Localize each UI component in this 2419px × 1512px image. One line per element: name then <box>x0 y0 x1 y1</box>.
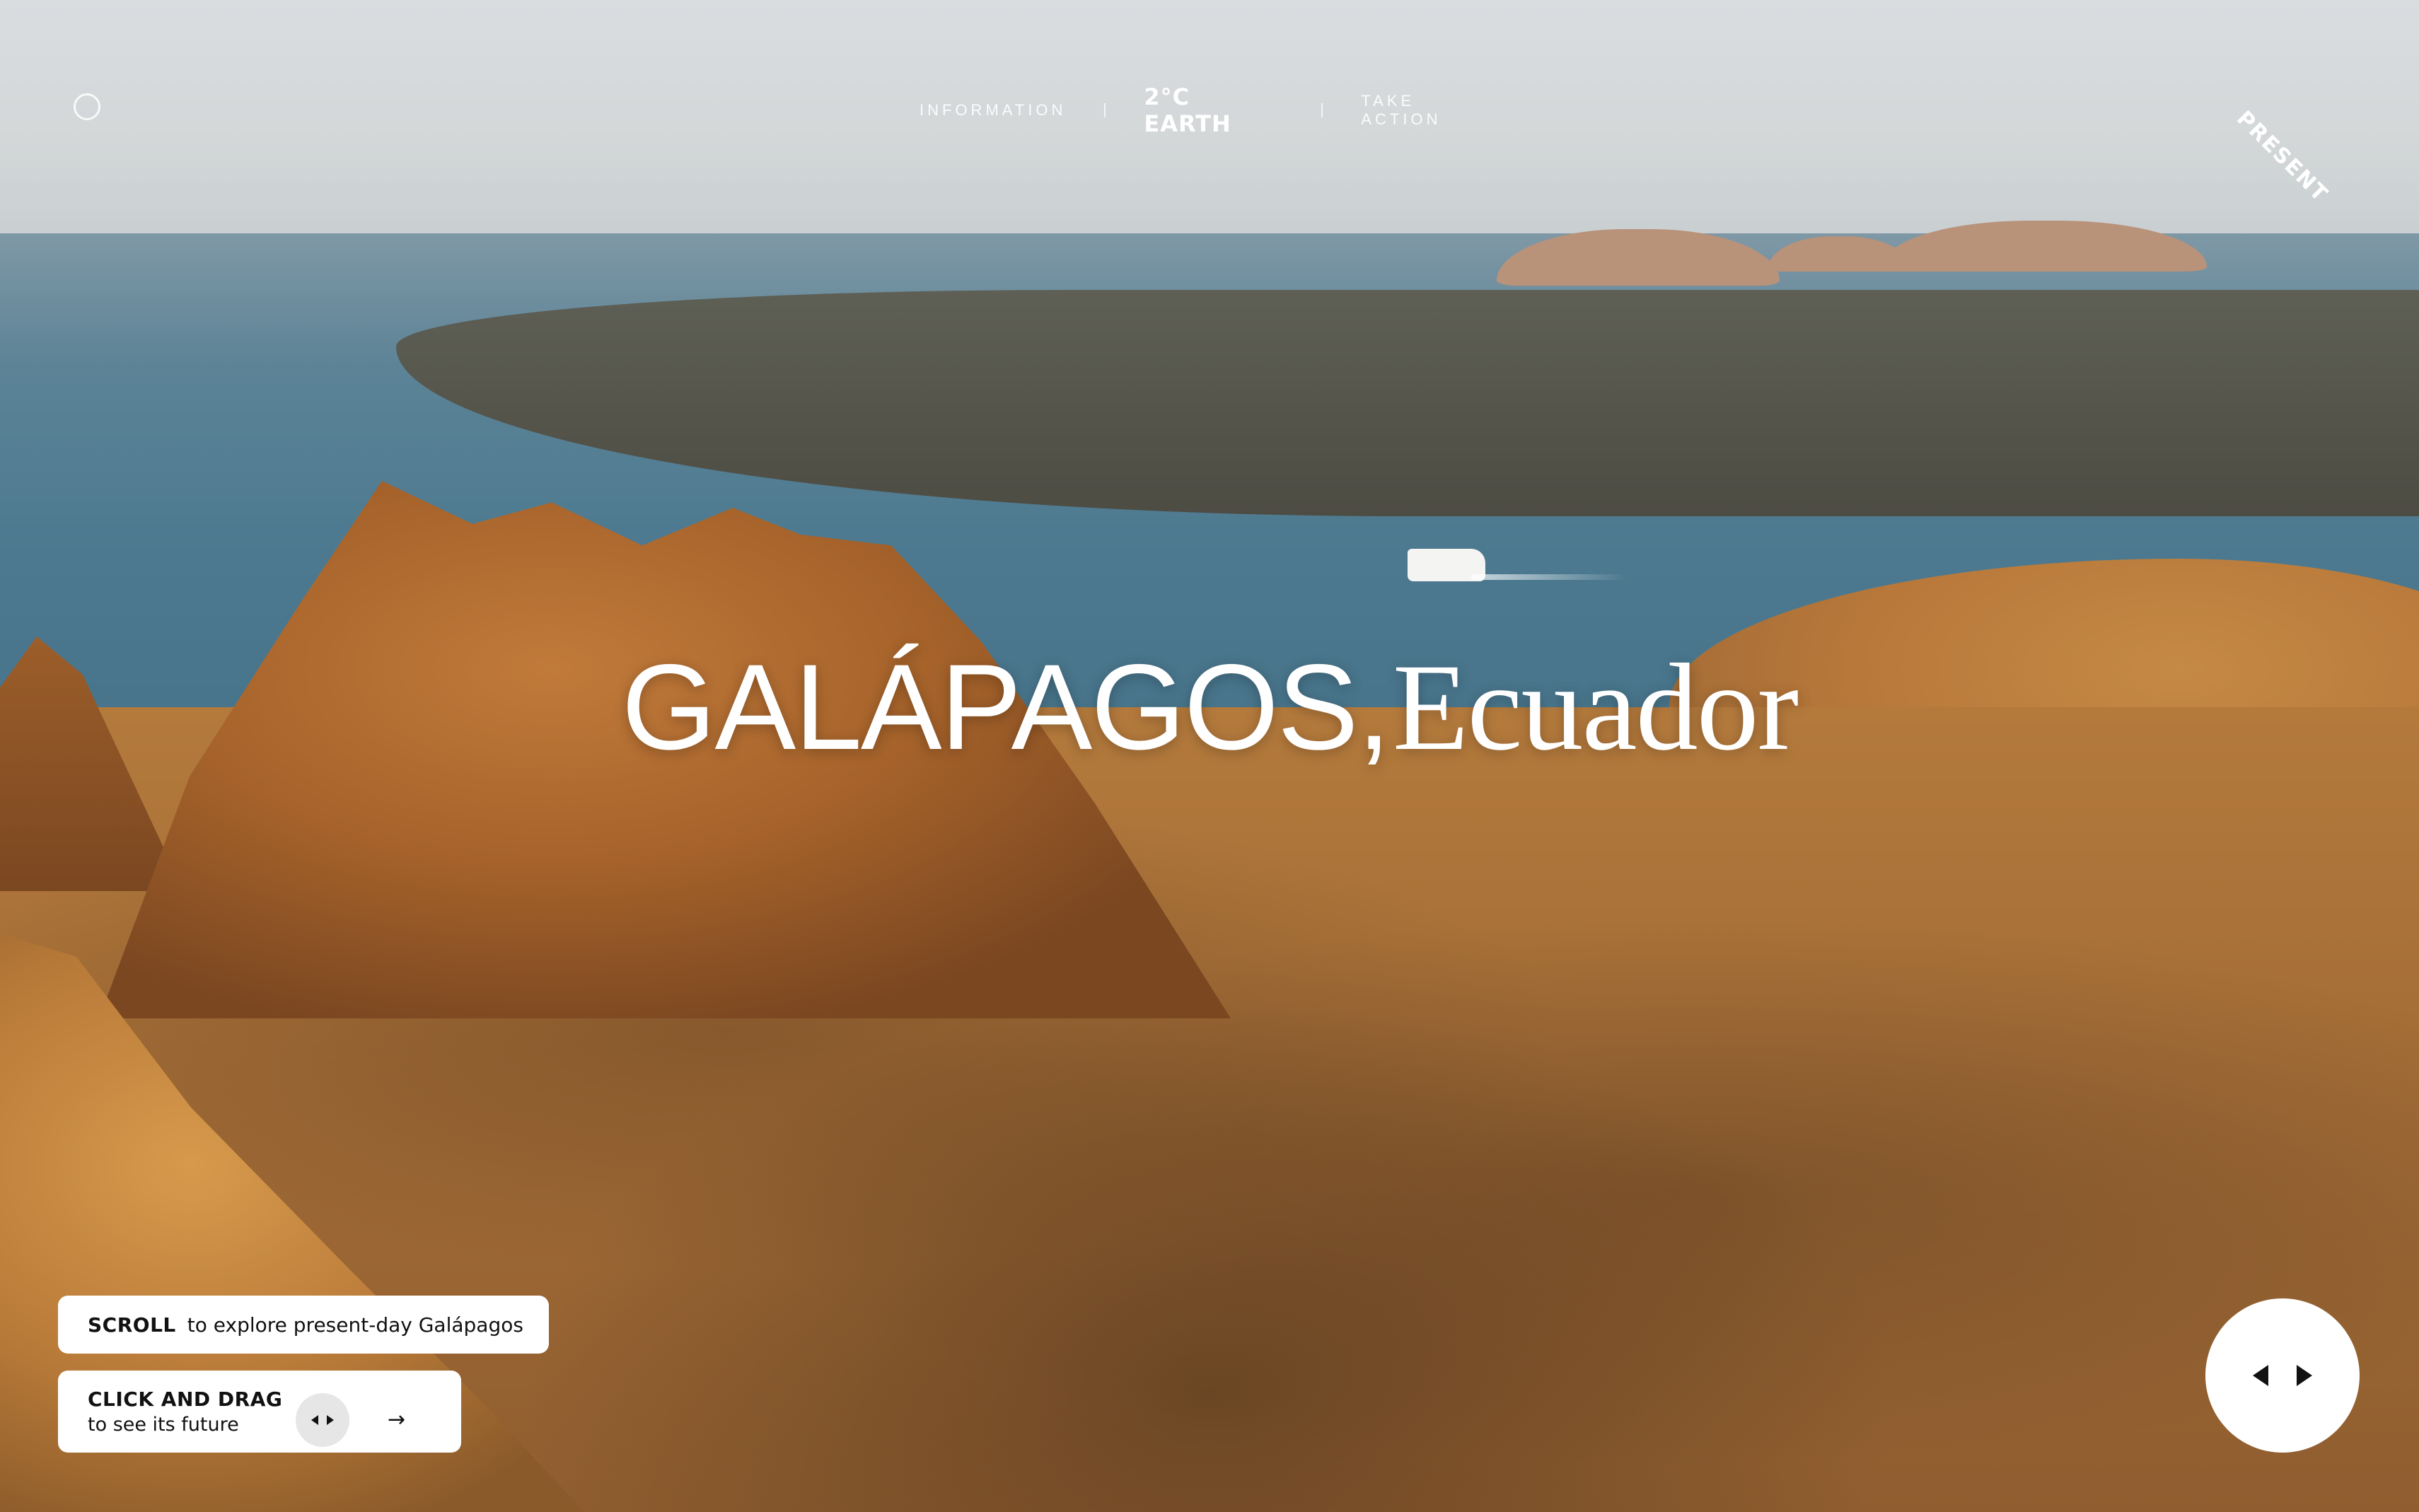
arrow-right-icon: → <box>388 1407 406 1432</box>
scroll-hint-card: SCROLL to explore present-day Galápagos <box>58 1296 549 1354</box>
era-tag: PRESENT <box>2232 106 2333 208</box>
title-place: GALÁPAGOS, <box>621 639 1391 775</box>
nav-divider <box>1104 103 1106 117</box>
triangle-left-icon <box>311 1415 318 1425</box>
hero-title: GALÁPAGOS, Ecuador <box>0 636 2419 779</box>
triangle-right-icon <box>2297 1365 2312 1386</box>
nav-center: INFORMATION 2°C EARTH TAKE ACTION <box>920 83 1499 137</box>
nav-divider <box>1321 103 1323 117</box>
drag-hint-label: CLICK AND DRAG <box>88 1388 283 1411</box>
top-navigation: INFORMATION 2°C EARTH TAKE ACTION PRESEN… <box>0 0 2419 226</box>
nav-information-link[interactable]: INFORMATION <box>920 101 1066 120</box>
scroll-hint-label: SCROLL <box>88 1313 176 1337</box>
triangle-left-icon <box>2253 1365 2268 1386</box>
boat-wake <box>1471 574 1627 580</box>
menu-circle-icon[interactable] <box>74 93 100 120</box>
scroll-hint-text: to explore present-day Galápagos <box>187 1313 523 1337</box>
nav-take-action-link[interactable]: TAKE ACTION <box>1361 92 1499 129</box>
left-right-toggle-icon[interactable] <box>296 1393 349 1447</box>
triangle-right-icon <box>327 1415 334 1425</box>
time-slider-handle[interactable] <box>2205 1298 2360 1453</box>
site-logo[interactable]: 2°C EARTH <box>1144 83 1283 137</box>
drag-hint-card: CLICK AND DRAG to see its future → <box>58 1371 461 1453</box>
title-country: Ecuador <box>1392 639 1799 777</box>
